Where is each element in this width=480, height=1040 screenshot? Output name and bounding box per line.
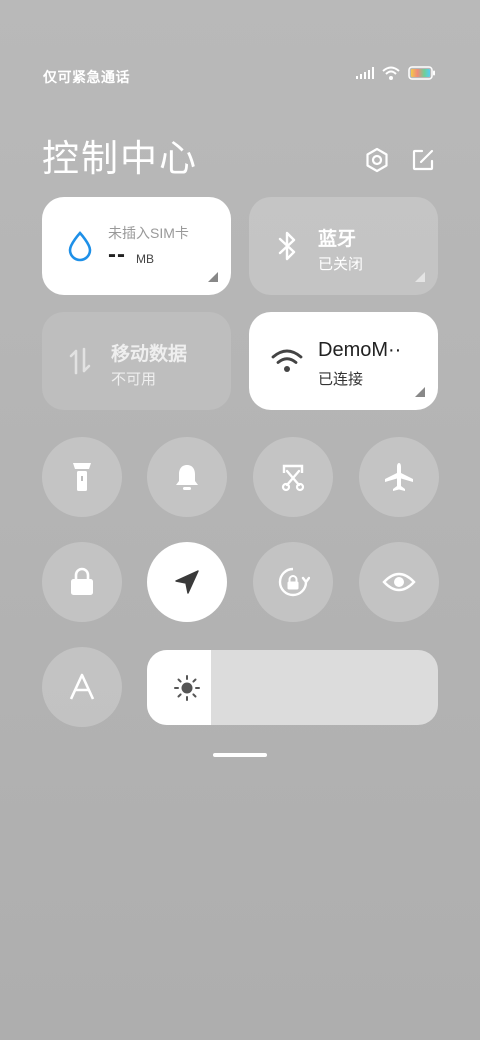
flashlight-icon <box>73 463 91 491</box>
water-drop-icon <box>64 229 96 263</box>
bluetooth-status: 已关闭 <box>318 256 364 273</box>
rotation-lock-icon <box>278 567 310 597</box>
bluetooth-icon <box>271 229 303 263</box>
sim-status-label: 未插入SIM卡 <box>108 225 189 241</box>
letter-a-icon <box>69 673 95 700</box>
expand-corner-icon <box>415 387 425 397</box>
data-usage-unit: MB <box>136 252 154 266</box>
location-toggle[interactable] <box>147 542 227 622</box>
flashlight-toggle[interactable] <box>42 437 122 517</box>
data-usage-value: -- <box>108 241 126 268</box>
data-usage-tile[interactable]: 未插入SIM卡 -- MB <box>42 197 231 295</box>
mute-toggle[interactable] <box>147 437 227 517</box>
status-carrier-text: 仅可紧急通话 <box>43 69 130 85</box>
lock-icon <box>71 567 93 595</box>
brightness-slider[interactable] <box>147 650 438 725</box>
location-arrow-icon <box>175 570 199 594</box>
status-icons <box>356 66 436 80</box>
drag-handle[interactable] <box>213 753 267 757</box>
bluetooth-tile[interactable]: 蓝牙 已关闭 <box>249 197 438 295</box>
lock-screen-toggle[interactable] <box>42 542 122 622</box>
wifi-icon <box>271 344 303 378</box>
mobile-data-label: 移动数据 <box>111 344 188 365</box>
mobile-data-status: 不可用 <box>111 371 157 388</box>
screenshot-toggle[interactable] <box>253 437 333 517</box>
battery-icon <box>408 66 435 80</box>
wifi-icon <box>382 66 400 80</box>
eye-icon <box>382 572 416 592</box>
wifi-status: 已连接 <box>318 371 364 388</box>
bell-icon <box>176 465 198 490</box>
wifi-network-name: DemoM·· <box>318 339 402 361</box>
mobile-data-icon <box>64 344 96 378</box>
auto-brightness-toggle[interactable] <box>42 647 122 727</box>
auto-rotate-toggle[interactable] <box>253 542 333 622</box>
scissors-screenshot-icon <box>281 464 305 492</box>
reading-mode-toggle[interactable] <box>359 542 439 622</box>
airplane-mode-toggle[interactable] <box>359 437 439 517</box>
signal-icon <box>356 67 374 79</box>
expand-corner-icon <box>415 272 425 282</box>
settings-icon[interactable] <box>362 145 392 175</box>
wifi-tile[interactable]: DemoM·· 已连接 <box>249 312 438 410</box>
mobile-data-tile[interactable]: 移动数据 不可用 <box>42 312 231 410</box>
edit-icon[interactable] <box>408 145 438 175</box>
airplane-icon <box>385 463 413 491</box>
bluetooth-label: 蓝牙 <box>318 229 357 250</box>
page-title: 控制中心 <box>42 138 198 179</box>
expand-corner-icon <box>208 272 218 282</box>
sun-icon <box>174 675 200 701</box>
